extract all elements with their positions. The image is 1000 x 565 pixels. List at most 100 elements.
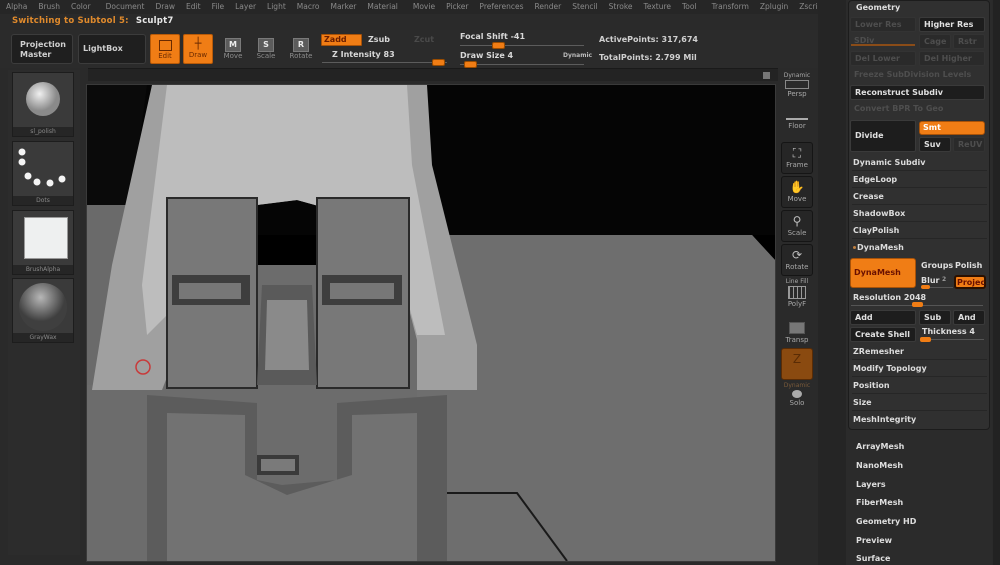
scale-view-button[interactable]: ⚲ Scale bbox=[781, 210, 813, 242]
blur-slider-handle[interactable] bbox=[921, 285, 930, 289]
projection-master-button[interactable]: Projection Master bbox=[11, 34, 73, 64]
sdiv-slider[interactable]: SDiv bbox=[850, 34, 916, 49]
alpha-thumbnail[interactable]: BrushAlpha bbox=[12, 210, 74, 275]
smt-toggle[interactable]: Smt bbox=[919, 121, 985, 135]
viewport-canvas[interactable] bbox=[86, 84, 776, 562]
material-thumbnail[interactable]: GrayWax bbox=[12, 278, 74, 343]
menu-draw[interactable]: Draw bbox=[149, 0, 180, 14]
suv-toggle[interactable]: Suv bbox=[919, 137, 951, 152]
focal-shift-slider[interactable] bbox=[460, 45, 584, 46]
floor-button[interactable]: Floor bbox=[781, 116, 813, 130]
move-view-button[interactable]: ✋ Move bbox=[781, 176, 813, 208]
convert-bpr-button[interactable]: Convert BPR To Geo bbox=[850, 102, 985, 117]
stroke-thumbnail[interactable]: Dots bbox=[12, 141, 74, 206]
and-button[interactable]: And bbox=[953, 310, 985, 325]
panel-divider[interactable] bbox=[818, 0, 846, 565]
menu-file[interactable]: File bbox=[206, 0, 230, 14]
resolution-slider-handle[interactable] bbox=[912, 302, 923, 307]
menu-marker[interactable]: Marker bbox=[324, 0, 361, 14]
brush-thumbnail[interactable]: sl_polish bbox=[12, 72, 74, 137]
menu-material[interactable]: Material bbox=[361, 0, 402, 14]
shadowbox-section[interactable]: ShadowBox bbox=[852, 206, 987, 222]
rstr-button[interactable]: Rstr bbox=[953, 34, 985, 49]
draw-size-slider[interactable] bbox=[460, 64, 584, 65]
claypolish-section[interactable]: ClayPolish bbox=[852, 223, 987, 239]
create-shell-button[interactable]: Create Shell bbox=[850, 327, 916, 342]
menu-edit[interactable]: Edit bbox=[180, 0, 206, 14]
menu-zplugin[interactable]: Zplugin bbox=[754, 0, 793, 14]
meshintegrity-section[interactable]: MeshIntegrity bbox=[852, 412, 987, 427]
del-lower-button[interactable]: Del Lower bbox=[850, 51, 916, 66]
freeze-subdivision-button[interactable]: Freeze SubDivision Levels bbox=[850, 68, 985, 83]
groups-toggle[interactable]: Groups bbox=[921, 261, 953, 270]
dynamic-subdiv-section[interactable]: Dynamic Subdiv bbox=[852, 155, 987, 171]
menu-alpha[interactable]: Alpha bbox=[0, 0, 32, 14]
project-toggle[interactable]: Projec bbox=[954, 275, 986, 289]
focal-shift-handle[interactable] bbox=[492, 42, 505, 49]
del-higher-button[interactable]: Del Higher bbox=[919, 51, 985, 66]
dynamesh-section[interactable]: DynaMesh bbox=[852, 240, 987, 255]
cage-button[interactable]: Cage bbox=[919, 34, 951, 49]
zcut-button[interactable]: Zcut bbox=[414, 35, 434, 44]
dynamic-toggle[interactable]: Dynamic bbox=[563, 52, 592, 59]
z-intensity-handle[interactable] bbox=[432, 59, 445, 66]
move-button[interactable]: M Move bbox=[218, 34, 248, 64]
menu-layer[interactable]: Layer bbox=[229, 0, 261, 14]
geometry-hd-section[interactable]: Geometry HD bbox=[856, 517, 916, 526]
persp-button[interactable]: Dynamic Persp bbox=[781, 72, 813, 98]
divide-button[interactable]: Divide bbox=[850, 120, 916, 152]
solo-button[interactable]: Dynamic Solo bbox=[781, 382, 813, 407]
edit-button[interactable]: Edit bbox=[150, 34, 180, 64]
add-button[interactable]: Add bbox=[850, 310, 916, 325]
rotate-view-button[interactable]: ⟳ Rotate bbox=[781, 244, 813, 276]
dynamesh-button[interactable]: DynaMesh bbox=[850, 258, 916, 288]
higher-res-button[interactable]: Higher Res bbox=[919, 17, 985, 32]
draw-size-handle[interactable] bbox=[464, 61, 477, 68]
transp-button[interactable]: Transp bbox=[781, 320, 813, 344]
surface-section[interactable]: Surface bbox=[856, 554, 890, 563]
crease-section[interactable]: Crease bbox=[852, 189, 987, 205]
fibermesh-section[interactable]: FiberMesh bbox=[856, 498, 903, 507]
dynamic-solo-button[interactable]: Z bbox=[781, 348, 813, 380]
zremesher-section[interactable]: ZRemesher bbox=[852, 344, 987, 360]
menu-macro[interactable]: Macro bbox=[291, 0, 325, 14]
menu-preferences[interactable]: Preferences bbox=[473, 0, 528, 14]
menu-movie[interactable]: Movie bbox=[403, 0, 440, 14]
menu-render[interactable]: Render bbox=[529, 0, 567, 14]
menu-picker[interactable]: Picker bbox=[440, 0, 473, 14]
nanomesh-section[interactable]: NanoMesh bbox=[856, 461, 903, 470]
geometry-title[interactable]: Geometry bbox=[856, 3, 900, 12]
menu-stencil[interactable]: Stencil bbox=[566, 0, 602, 14]
polish-toggle[interactable]: Polish bbox=[955, 261, 982, 270]
thickness-slider-handle[interactable] bbox=[920, 337, 931, 342]
zadd-button[interactable]: Zadd bbox=[321, 34, 362, 46]
layers-section[interactable]: Layers bbox=[856, 480, 886, 489]
size-section[interactable]: Size bbox=[852, 395, 987, 411]
position-section[interactable]: Position bbox=[852, 378, 987, 394]
modify-topology-section[interactable]: Modify Topology bbox=[852, 361, 987, 377]
sdiv-slider-track[interactable] bbox=[851, 44, 915, 46]
reconstruct-subdiv-button[interactable]: Reconstruct Subdiv bbox=[850, 85, 985, 100]
sub-button[interactable]: Sub bbox=[919, 310, 951, 325]
zsub-button[interactable]: Zsub bbox=[368, 35, 390, 44]
lower-res-button[interactable]: Lower Res bbox=[850, 17, 916, 32]
frame-button[interactable]: ⛶ Frame bbox=[781, 142, 813, 174]
menu-texture[interactable]: Texture bbox=[638, 0, 676, 14]
lightbox-button[interactable]: LightBox bbox=[78, 34, 146, 64]
menu-color[interactable]: Color bbox=[65, 0, 96, 14]
menu-document[interactable]: Document bbox=[96, 0, 150, 14]
shelf-scroll-thumb[interactable] bbox=[763, 72, 770, 79]
reuv-button[interactable]: ReUV bbox=[953, 137, 985, 152]
draw-button[interactable]: ┼ Draw bbox=[183, 34, 213, 64]
menu-light[interactable]: Light bbox=[261, 0, 291, 14]
edgeloop-section[interactable]: EdgeLoop bbox=[852, 172, 987, 188]
arraymesh-section[interactable]: ArrayMesh bbox=[856, 442, 904, 451]
z-intensity-slider[interactable] bbox=[322, 62, 447, 63]
scale-button[interactable]: S Scale bbox=[251, 34, 281, 64]
menu-stroke[interactable]: Stroke bbox=[603, 0, 638, 14]
rotate-button[interactable]: R Rotate bbox=[286, 34, 316, 64]
menu-tool[interactable]: Tool bbox=[676, 0, 702, 14]
polyf-button[interactable]: Line Fill PolyF bbox=[781, 278, 813, 308]
right-scrollbar[interactable] bbox=[993, 0, 1000, 565]
menu-transform[interactable]: Transform bbox=[702, 0, 754, 14]
